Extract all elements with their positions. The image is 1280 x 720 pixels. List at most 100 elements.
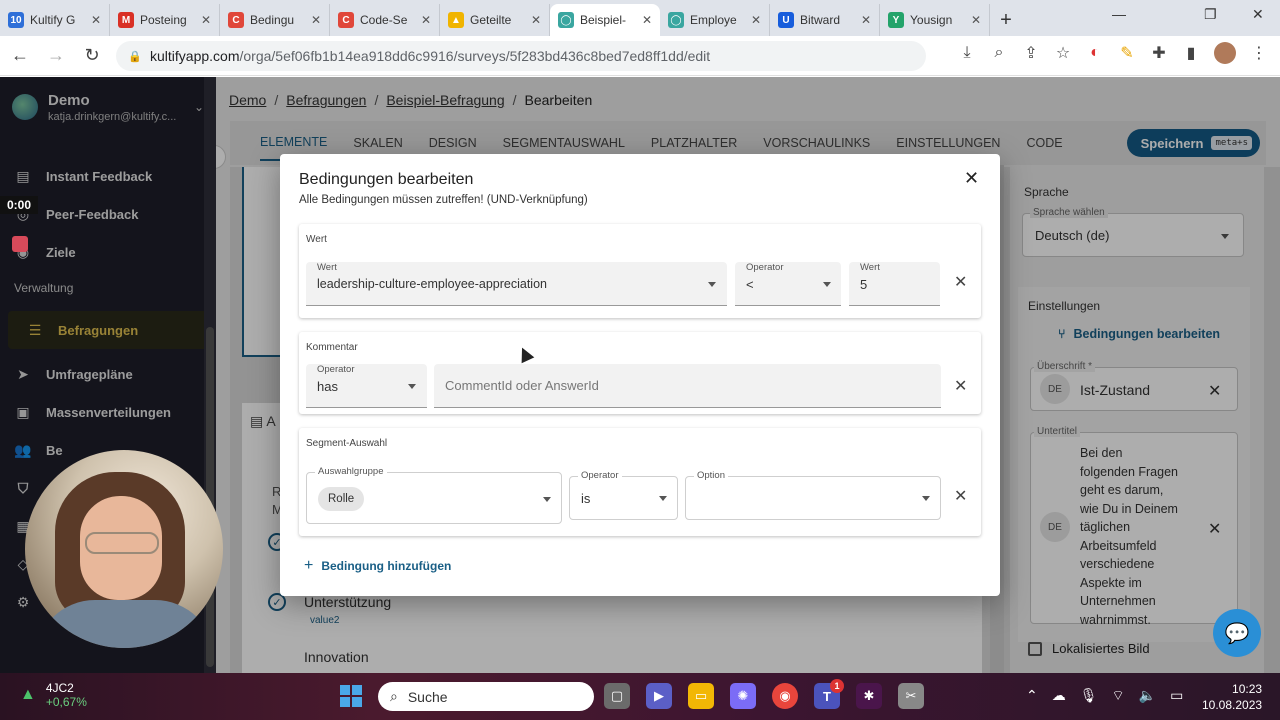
close-tab-icon[interactable]: ✕	[751, 13, 761, 27]
browser-tab[interactable]: ◯ Beispiel- ✕	[550, 4, 660, 36]
add-condition-button[interactable]: + Bedingung hinzufügen	[304, 557, 451, 575]
slack-icon[interactable]: ✱	[856, 683, 882, 709]
windows-start-icon[interactable]	[340, 685, 362, 707]
value-condition-block: Wert Wert leadership-culture-employee-ap…	[299, 224, 981, 318]
restore-icon[interactable]: ❐	[1204, 6, 1217, 23]
browser-tab[interactable]: C Code-Se ✕	[330, 4, 440, 36]
windows-taskbar: ▲ 4JC2 +0,67% ⌕ Suche ▢ ▶ ▭ ✺ ◉ T1 ✱ ✂ ⌃…	[0, 673, 1280, 720]
battery-icon[interactable]: ▭	[1170, 687, 1183, 705]
browser-tab-label: Yousign	[910, 13, 953, 27]
wifi-icon[interactable]: ⌔	[1112, 687, 1125, 705]
code-icon: C	[338, 12, 354, 28]
close-tab-icon[interactable]: ✕	[861, 13, 871, 27]
trend-up-icon: ▲	[20, 686, 36, 703]
close-tab-icon[interactable]: ✕	[642, 13, 652, 27]
value-number-input[interactable]: Wert 5	[849, 262, 940, 306]
chevron-up-icon[interactable]: ⌃	[1026, 687, 1038, 705]
yousign-icon: Y	[888, 12, 904, 28]
file-explorer-icon[interactable]: ▭	[688, 683, 714, 709]
remove-condition-icon[interactable]: ✕	[954, 272, 967, 292]
install-icon[interactable]: ⤓	[958, 44, 976, 62]
operator-select[interactable]: Operator <	[735, 262, 841, 306]
share-icon[interactable]: ⇪	[1022, 43, 1040, 63]
gmail-icon: M	[118, 12, 134, 28]
dialog-title: Bedingungen bearbeiten	[299, 171, 474, 188]
comment-id-placeholder: CommentId oder AnswerId	[445, 378, 599, 393]
comment-condition-block: Kommentar Operator has CommentId oder An…	[299, 332, 981, 414]
operator-select-value: is	[581, 491, 591, 506]
plus-icon: +	[304, 557, 314, 574]
selection-group-select[interactable]: Auswahlgruppe Rolle	[306, 466, 562, 524]
extension-color-icon[interactable]: ◐	[1086, 44, 1104, 62]
remove-condition-icon[interactable]: ✕	[954, 376, 967, 396]
microphone-icon[interactable]: 🎙	[1080, 687, 1098, 705]
back-icon[interactable]: ←	[4, 40, 36, 72]
zoom-icon[interactable]: ⌕	[990, 44, 1008, 62]
selection-group-chip[interactable]: Rolle	[318, 487, 365, 511]
minimize-icon[interactable]: —	[1112, 6, 1126, 22]
close-tab-icon[interactable]: ✕	[311, 13, 321, 27]
comment-id-input[interactable]: CommentId oder AnswerId	[434, 364, 941, 408]
selection-group-label: Auswahlgruppe	[315, 466, 387, 477]
close-icon[interactable]: ✕	[964, 168, 979, 189]
drive-icon: ▲	[448, 12, 464, 28]
chrome-icon[interactable]: ◉	[772, 683, 798, 709]
taskbar-search[interactable]: ⌕ Suche	[378, 682, 594, 711]
webcam-video	[25, 450, 223, 648]
browser-tab-label: Code-Se	[360, 13, 408, 27]
puzzle-icon[interactable]: ✚	[1150, 43, 1168, 63]
stock-widget[interactable]: ▲ 4JC2 +0,67%	[20, 681, 87, 709]
chat-support-icon[interactable]: 💬	[1213, 609, 1261, 657]
browser-tab[interactable]: ◯ Employe ✕	[660, 4, 770, 36]
snipping-tool-icon[interactable]: ✂	[898, 683, 924, 709]
forward-icon[interactable]: →	[40, 40, 72, 72]
task-view-icon[interactable]: ▢	[604, 683, 630, 709]
close-tab-icon[interactable]: ✕	[971, 13, 981, 27]
url-path: /orga/5ef06fb1b14ea918dd6c9916/surveys/5…	[239, 47, 711, 64]
close-tab-icon[interactable]: ✕	[531, 13, 541, 27]
url-input[interactable]: 🔒 kultifyapp.com/orga/5ef06fb1b14ea918dd…	[116, 40, 926, 71]
volume-icon[interactable]: 🔈	[1139, 687, 1156, 705]
close-tab-icon[interactable]: ✕	[91, 13, 101, 27]
value-select[interactable]: Wert leadership-culture-employee-appreci…	[306, 262, 727, 306]
recording-timer: 0:00	[0, 196, 38, 214]
sidepanel-icon[interactable]: ▮	[1182, 43, 1200, 63]
caret-down-icon	[922, 496, 930, 501]
settings-app-icon[interactable]: ✺	[730, 683, 756, 709]
stock-symbol: 4JC2	[45, 681, 74, 695]
pen-extension-icon[interactable]: ✎	[1118, 43, 1136, 63]
close-window-icon[interactable]: ✕	[1252, 6, 1264, 23]
caret-down-icon	[659, 496, 667, 501]
condition-section-label: Segment-Auswahl	[306, 438, 388, 449]
record-icon[interactable]	[12, 236, 28, 252]
segment-option-select[interactable]: Option	[685, 470, 941, 520]
taskbar-clock[interactable]: 10:23 10.08.2023	[1202, 681, 1262, 713]
browser-tab-label: Bitward	[800, 13, 841, 27]
browser-tab-bar: 10 Kultify G ✕ M Posteing ✕ C Bedingu ✕ C Code-Se ✕…	[0, 0, 1280, 36]
close-tab-icon[interactable]: ✕	[421, 13, 431, 27]
bookmark-star-icon[interactable]: ☆	[1054, 43, 1072, 63]
cloud-icon[interactable]: ☁	[1052, 687, 1066, 705]
browser-tab-label: Posteing	[140, 13, 187, 27]
browser-tab[interactable]: 10 Kultify G ✕	[0, 4, 110, 36]
remove-condition-icon[interactable]: ✕	[954, 486, 967, 506]
browser-tab[interactable]: U Bitward ✕	[770, 4, 880, 36]
browser-tab[interactable]: Y Yousign ✕	[880, 4, 990, 36]
reload-icon[interactable]: ↻	[76, 40, 108, 72]
clock-time: 10:23	[1232, 682, 1263, 696]
caret-down-icon	[823, 282, 831, 287]
kebab-menu-icon[interactable]: ⋮	[1250, 43, 1268, 63]
browser-tab[interactable]: ▲ Geteilte ✕	[440, 4, 550, 36]
close-tab-icon[interactable]: ✕	[201, 13, 211, 27]
teams-icon[interactable]: T1	[814, 679, 844, 709]
new-tab-icon[interactable]: +	[990, 4, 1022, 36]
browser-tab[interactable]: M Posteing ✕	[110, 4, 220, 36]
browser-tab[interactable]: C Bedingu ✕	[220, 4, 330, 36]
teams-chat-icon[interactable]: ▶	[646, 683, 672, 709]
browser-tab-label: Geteilte	[470, 13, 512, 27]
comment-operator-select[interactable]: Operator has	[306, 364, 427, 408]
segment-operator-select[interactable]: Operator is	[569, 470, 678, 520]
condition-section-label: Wert	[306, 234, 327, 245]
notification-badge: 1	[830, 679, 844, 693]
profile-avatar[interactable]	[1214, 42, 1236, 64]
